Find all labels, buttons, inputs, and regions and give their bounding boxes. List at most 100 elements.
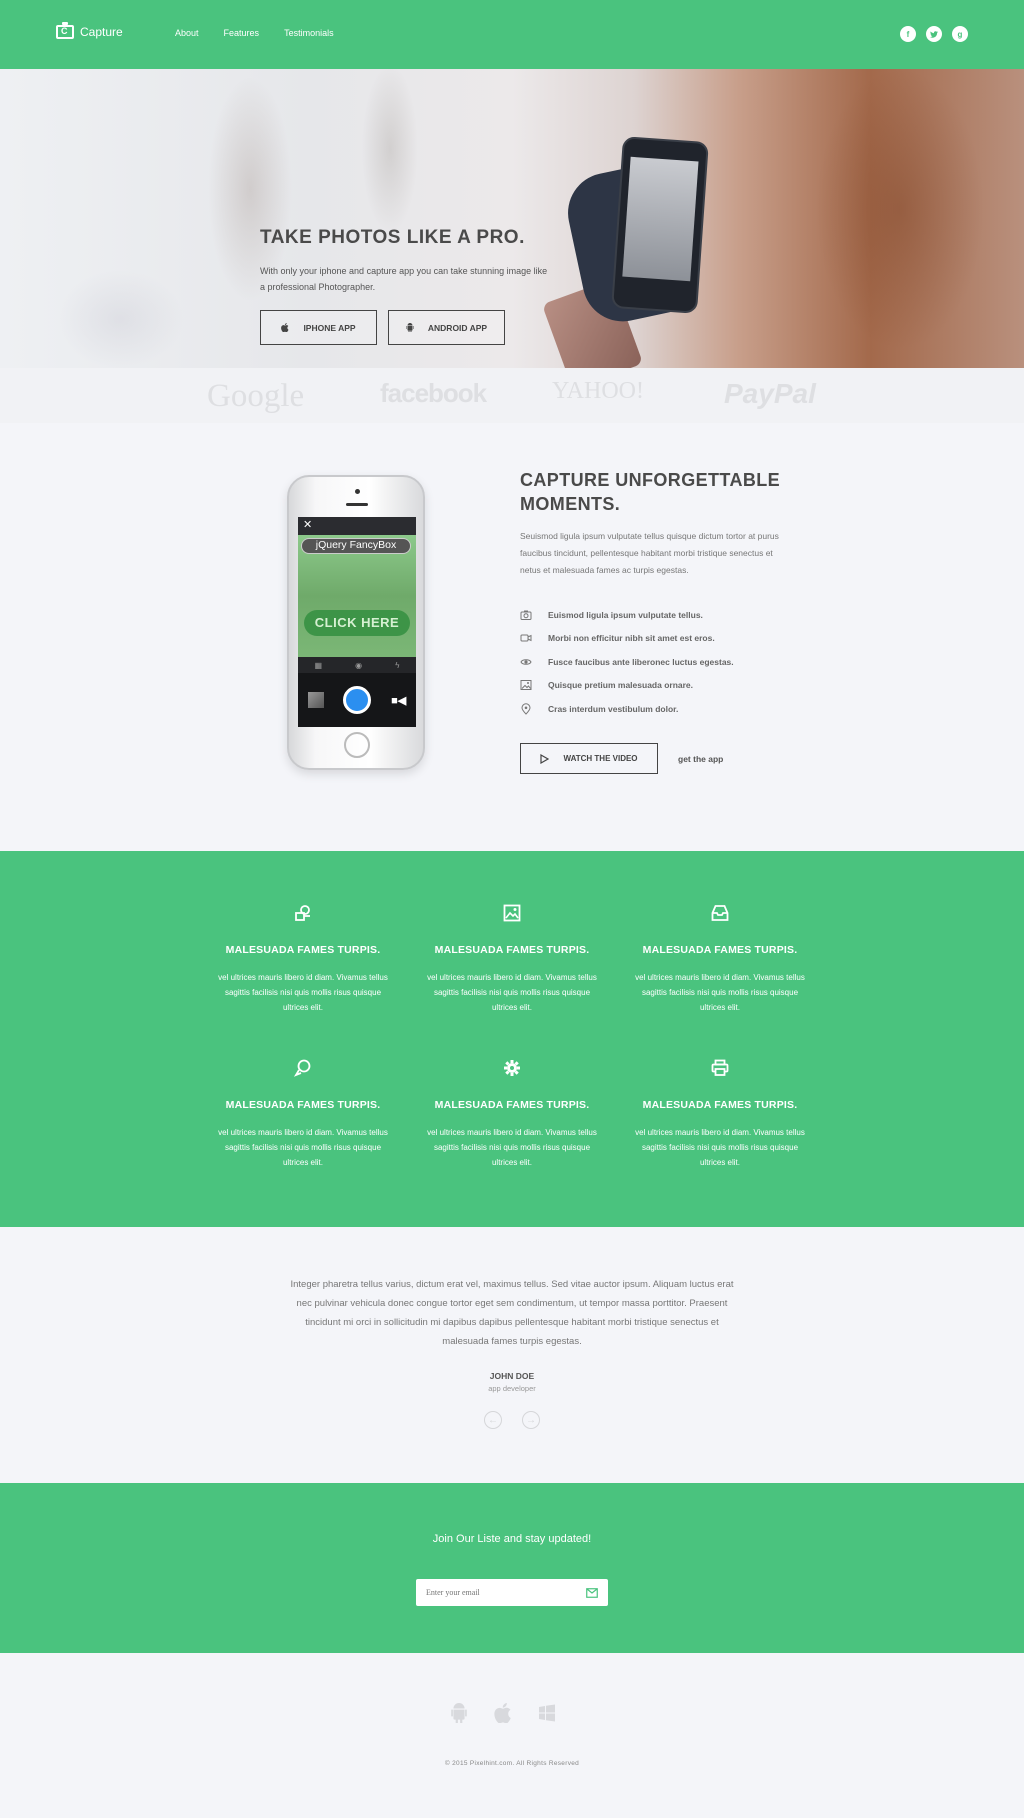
gallery-thumbnail[interactable] xyxy=(307,692,324,708)
nav-about[interactable]: About xyxy=(175,28,199,38)
newsletter-form xyxy=(416,1579,608,1606)
image-icon xyxy=(503,904,521,922)
testimonial-author: JOHN DOE xyxy=(489,1371,535,1381)
play-icon xyxy=(540,753,550,764)
google-plus-icon[interactable]: g xyxy=(952,26,968,42)
features-grid: MALESUADA FAMES TURPIS. vel ultrices mau… xyxy=(0,851,1024,1227)
testimonial-section: Integer pharetra tellus varius, dictum e… xyxy=(0,1227,1024,1483)
phone-screen: ✕ jQuery FancyBox CLICK HERE ▦ ◉ ϟ ■◀ xyxy=(298,517,416,727)
feature-card: MALESUADA FAMES TURPIS. vel ultrices mau… xyxy=(422,1059,602,1170)
facebook-logo: facebook xyxy=(380,378,487,408)
hero-title: TAKE PHOTOS LIKE A PRO. xyxy=(260,227,525,248)
inbox-icon xyxy=(711,905,729,921)
list-item-text: Cras interdum vestibulum dolor. xyxy=(548,703,679,714)
android-app-label: ANDROID APP xyxy=(427,322,488,333)
camera-icon xyxy=(520,610,532,620)
gear-icon xyxy=(504,1060,520,1076)
list-item-text: Euismod ligula ipsum vulputate tellus. xyxy=(548,609,703,620)
flash-icon[interactable]: ϟ xyxy=(395,661,399,670)
windows-icon[interactable] xyxy=(538,1703,556,1723)
platform-icons xyxy=(450,1703,556,1723)
testimonial-nav: ← → xyxy=(484,1411,540,1429)
brand-name: Capture xyxy=(80,25,123,39)
facebook-icon[interactable]: f xyxy=(900,26,916,42)
list-item: Fusce faucibus ante liberonec luctus ege… xyxy=(520,650,734,674)
feature-card: MALESUADA FAMES TURPIS. vel ultrices mau… xyxy=(213,1059,393,1170)
camera-logo-icon xyxy=(56,22,74,39)
fancybox-title: jQuery FancyBox xyxy=(301,538,411,554)
list-item-text: Fusce faucibus ante liberonec luctus ege… xyxy=(548,656,734,667)
printer-icon xyxy=(711,1059,729,1076)
arrow-right-icon[interactable]: → xyxy=(522,1411,540,1429)
location-icon xyxy=(521,703,531,715)
feature-text: Seuismod ligula ipsum vulputate tellus q… xyxy=(520,531,779,575)
paypal-logo: PayPal xyxy=(724,378,816,409)
mail-icon[interactable] xyxy=(586,1587,598,1598)
feature-card-title: MALESUADA FAMES TURPIS. xyxy=(434,1099,590,1111)
iphone-app-button[interactable]: IPHONE APP xyxy=(260,310,377,345)
click-here-button[interactable]: CLICK HERE xyxy=(304,610,410,636)
feature-card: MALESUADA FAMES TURPIS. vel ultrices mau… xyxy=(630,1059,810,1170)
copyright: © 2015 Pixelhint.com. All Rights Reserve… xyxy=(444,1760,580,1767)
main-nav: About Features Testimonials xyxy=(175,28,334,38)
close-icon[interactable]: ✕ xyxy=(298,517,416,535)
feature-card-text: vel ultrices mauris libero id diam. Viva… xyxy=(635,973,805,1012)
hero-text: With only your iphone and capture app yo… xyxy=(260,266,548,292)
feature-card: MALESUADA FAMES TURPIS. vel ultrices mau… xyxy=(422,904,602,1015)
google-logo: Google xyxy=(207,378,305,414)
feature-card-title: MALESUADA FAMES TURPIS. xyxy=(225,1099,381,1111)
feature-card-text: vel ultrices mauris libero id diam. Viva… xyxy=(218,1128,388,1167)
shapes-icon xyxy=(295,905,310,921)
list-item-text: Morbi non efficitur nibh sit amet est er… xyxy=(548,633,715,644)
video-camera-icon[interactable]: ■◀ xyxy=(391,694,406,707)
shutter-button[interactable] xyxy=(343,686,372,714)
feature-card-title: MALESUADA FAMES TURPIS. xyxy=(642,944,798,956)
grid-icon[interactable]: ▦ xyxy=(315,661,323,670)
camera-toolbar: ▦ ◉ ϟ xyxy=(298,657,416,673)
focus-icon[interactable]: ◉ xyxy=(355,661,362,670)
feature-section: ✕ jQuery FancyBox CLICK HERE ▦ ◉ ϟ ■◀ CA… xyxy=(0,423,1024,851)
hero-phone-image xyxy=(611,136,709,314)
feature-list: Euismod ligula ipsum vulputate tellus. M… xyxy=(520,603,734,721)
yahoo-logo: YAHOO! xyxy=(552,378,644,404)
watch-video-button[interactable]: WATCH THE VIDEO xyxy=(520,743,658,774)
android-icon[interactable] xyxy=(450,1703,468,1723)
newsletter-section: Join Our Liste and stay updated! xyxy=(0,1483,1024,1653)
nav-testimonials[interactable]: Testimonials xyxy=(284,28,334,38)
hero-banner: TAKE PHOTOS LIKE A PRO. With only your i… xyxy=(0,69,1024,368)
android-app-button[interactable]: ANDROID APP xyxy=(388,310,505,345)
get-app-link[interactable]: get the app xyxy=(678,754,723,764)
nav-features[interactable]: Features xyxy=(224,28,260,38)
watch-video-label: WATCH THE VIDEO xyxy=(563,754,638,763)
camera-controls: ■◀ xyxy=(298,673,416,727)
feature-card-text: vel ultrices mauris libero id diam. Viva… xyxy=(427,973,597,1012)
feature-card-text: vel ultrices mauris libero id diam. Viva… xyxy=(218,973,388,1012)
phone-speaker xyxy=(346,503,368,506)
twitter-icon[interactable] xyxy=(926,26,942,42)
list-item: Morbi non efficitur nibh sit amet est er… xyxy=(520,627,734,651)
list-item: Quisque pretium malesuada ornare. xyxy=(520,674,734,698)
iphone-mockup: ✕ jQuery FancyBox CLICK HERE ▦ ◉ ϟ ■◀ xyxy=(287,475,425,770)
phone-screen-photo: jQuery FancyBox CLICK HERE xyxy=(298,535,416,657)
hero-background-photo xyxy=(0,69,1024,368)
feature-title: CAPTURE UNFORGETTABLE MOMENTS. xyxy=(520,470,781,514)
email-field[interactable] xyxy=(426,1588,586,1597)
feature-card-title: MALESUADA FAMES TURPIS. xyxy=(225,944,381,956)
home-button xyxy=(344,732,370,758)
apple-icon[interactable] xyxy=(494,1703,512,1723)
brand-logo[interactable]: Capture xyxy=(56,22,123,39)
site-header: Capture About Features Testimonials f g xyxy=(0,0,1024,69)
image-icon xyxy=(520,680,532,691)
android-icon xyxy=(406,323,414,332)
feature-card-title: MALESUADA FAMES TURPIS. xyxy=(642,1099,798,1111)
list-item: Euismod ligula ipsum vulputate tellus. xyxy=(520,603,734,627)
list-item: Cras interdum vestibulum dolor. xyxy=(520,697,734,721)
arrow-left-icon[interactable]: ← xyxy=(484,1411,502,1429)
feature-card-text: vel ultrices mauris libero id diam. Viva… xyxy=(635,1128,805,1167)
list-item-text: Quisque pretium malesuada ornare. xyxy=(548,680,694,691)
video-icon xyxy=(520,634,532,642)
feature-card-title: MALESUADA FAMES TURPIS. xyxy=(434,944,590,956)
partner-logos: Google facebook YAHOO! PayPal xyxy=(0,368,1024,423)
testimonial-role: app developer xyxy=(488,1384,536,1393)
iphone-app-label: IPHONE APP xyxy=(303,322,356,333)
